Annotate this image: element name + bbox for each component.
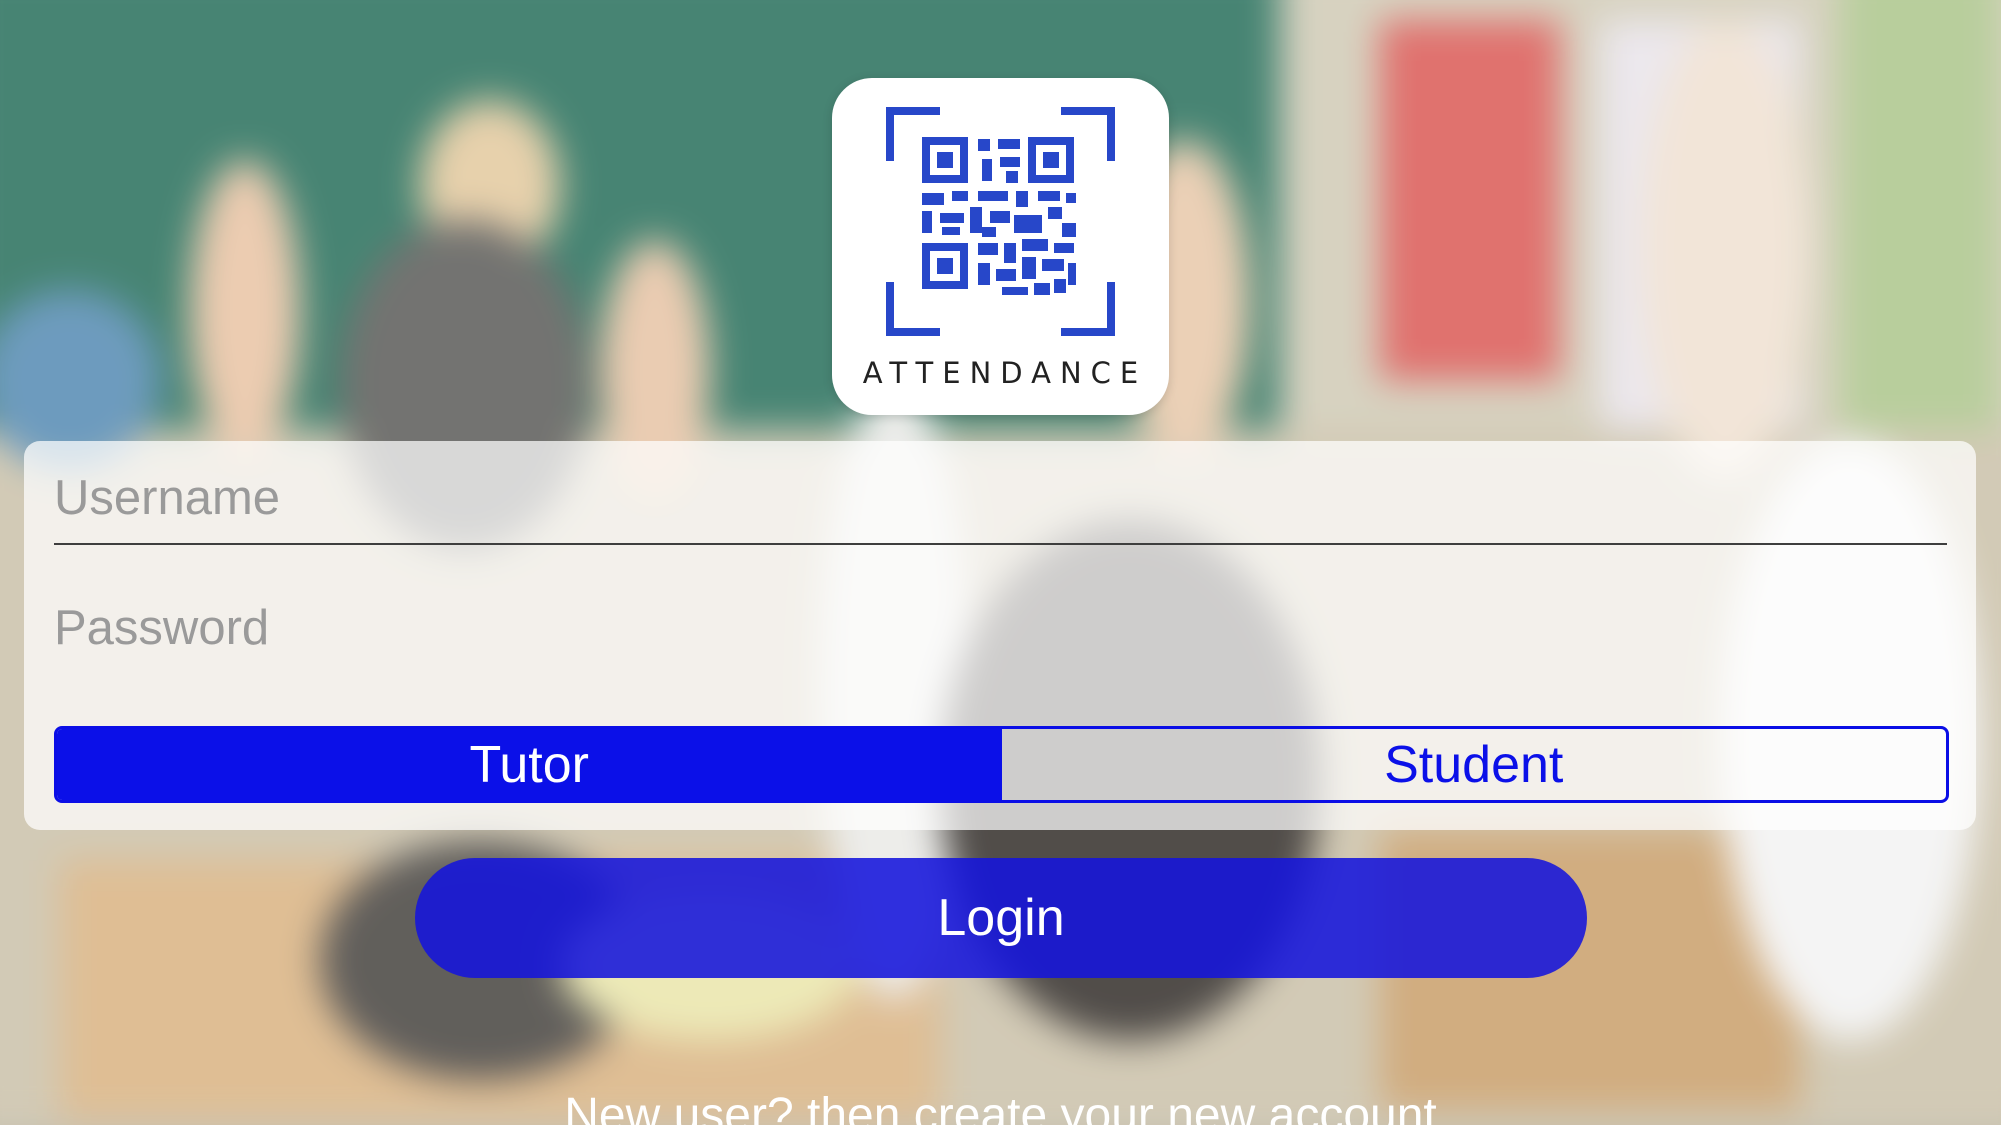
password-placeholder: Password [54,601,270,655]
role-segmented-control: Tutor Student [54,726,1949,803]
login-form-card: Username Password Tutor Student [24,441,1976,830]
password-field[interactable]: Password [54,583,1947,673]
student-segment[interactable]: Student [1002,729,1947,800]
qr-code-icon [886,107,1115,336]
username-field[interactable]: Username [54,453,1947,545]
app-logo: ATTENDANCE [832,78,1169,415]
create-account-link[interactable]: New user? then create your new account [0,1088,2001,1143]
login-button[interactable]: Login [415,858,1587,978]
username-placeholder: Username [54,471,281,525]
logo-caption: ATTENDANCE [862,356,1148,390]
tutor-segment[interactable]: Tutor [57,729,1002,800]
